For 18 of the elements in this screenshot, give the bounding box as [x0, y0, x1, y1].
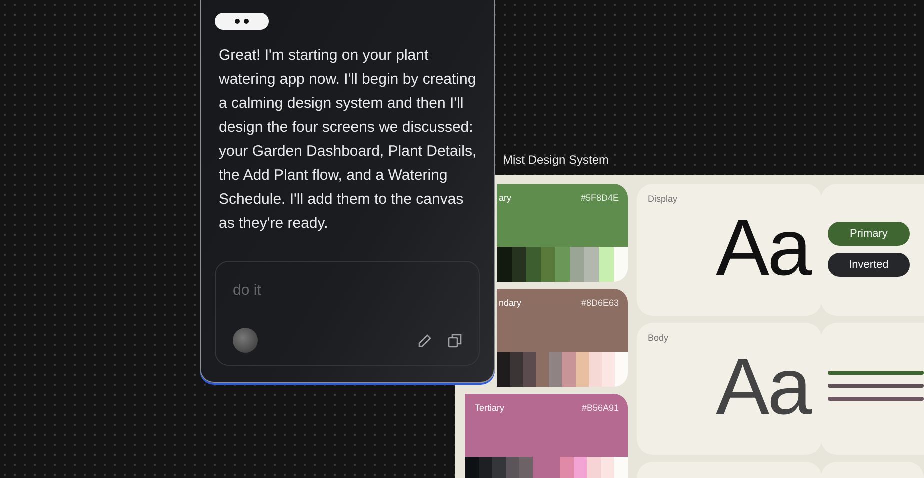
type-label: Body	[648, 333, 670, 343]
avatar-icon[interactable]	[233, 328, 258, 353]
assistant-message: Great! I'm starting on your plant watering app now. I'll begin by creating a calming design system and then I'll design the four screens we discussed: your Garden Dashboard, Plant Details, the Add Plant flow, and a Watering Schedule. I'll add them to the canvas as they're ready.	[219, 46, 478, 234]
typing-indicator	[215, 13, 269, 30]
pencil-icon[interactable]	[417, 332, 433, 348]
type-sample: Aa	[716, 208, 810, 288]
palette-name: ary	[499, 193, 512, 205]
hex-code: #B56A91	[582, 403, 619, 415]
hex-code: #8D6E63	[581, 298, 619, 310]
prompt-input[interactable]: do it	[233, 282, 433, 299]
hex-code: #5F8D4E	[580, 193, 619, 205]
type-label: Display	[648, 194, 679, 204]
type-sample: Aa	[716, 347, 810, 427]
copy-icon[interactable]	[447, 332, 463, 348]
palette-name: ndary	[499, 298, 522, 310]
sample-button[interactable]: Inverted	[828, 253, 910, 277]
sample-button[interactable]: Primary	[828, 222, 910, 246]
palette-name: Tertiary	[475, 403, 505, 415]
